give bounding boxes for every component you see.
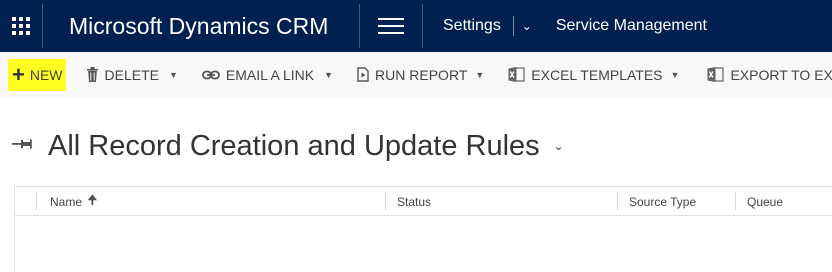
column-header-queue[interactable]: Queue [747,187,783,216]
column-header-label: Status [397,194,432,209]
column-separator [385,192,386,210]
hamburger-menu-button[interactable] [360,0,422,52]
column-header-label: Source Type [629,194,697,209]
report-icon [357,67,369,82]
pin-icon[interactable] [12,137,34,155]
sort-ascending-icon: 🠉 [87,191,98,207]
chevron-down-icon[interactable]: ⌄ [514,19,540,33]
caret-down-icon: ▼ [324,69,334,80]
column-header-status[interactable]: Status [397,187,431,216]
link-icon [202,70,220,80]
hamburger-icon [378,18,404,20]
nav-settings-link[interactable]: Settings [423,17,513,35]
grid-header: Name 🠉 Status Source Type Queue [15,187,832,216]
column-separator [735,192,736,210]
export-excel-button[interactable]: EXPORT TO EXCEL [701,52,832,97]
top-nav-bar: Microsoft Dynamics CRM Settings ⌄ Servic… [0,0,832,52]
column-header-name[interactable]: Name 🠉 [50,187,98,216]
plus-icon: + [12,61,25,87]
delete-dropdown-button[interactable]: ▼ [165,52,188,97]
excel-templates-button-label: EXCEL TEMPLATES [531,66,663,83]
excel-icon [508,66,525,83]
excel-export-icon [707,66,725,83]
app-launcher-button[interactable] [0,0,42,52]
records-grid: Name 🠉 Status Source Type Queue [14,186,832,272]
email-link-dropdown-button[interactable]: ▼ [320,52,343,97]
new-button[interactable]: + NEW [8,58,66,91]
email-link-button-label: EMAIL A LINK [225,66,315,83]
run-report-button[interactable]: RUN REPORT ▼ [351,52,490,97]
nav-area-link[interactable]: Service Management [540,17,707,35]
trash-icon [86,67,99,82]
delete-button[interactable]: DELETE [80,52,165,97]
run-report-button-label: RUN REPORT [375,66,468,83]
email-link-button[interactable]: EMAIL A LINK [196,52,320,97]
view-title-row: All Record Creation and Update Rules ⌄ [0,126,564,166]
caret-down-icon: ▼ [475,69,485,80]
waffle-icon [12,17,30,35]
view-selector-chevron-icon[interactable]: ⌄ [554,139,564,153]
view-title: All Record Creation and Update Rules [48,129,540,162]
column-header-label: Name [50,194,83,209]
caret-down-icon: ▼ [169,69,178,80]
column-header-source-type[interactable]: Source Type [629,187,696,216]
new-button-label: NEW [29,66,63,83]
delete-button-label: DELETE [104,66,159,83]
export-excel-button-label: EXPORT TO EXCEL [730,66,832,83]
column-separator [36,192,37,210]
grid-body [15,216,832,272]
column-separator [617,192,618,210]
brand-title: Microsoft Dynamics CRM [69,12,329,39]
caret-down-icon: ▼ [670,69,680,80]
excel-templates-button[interactable]: EXCEL TEMPLATES ▼ [502,52,685,97]
command-bar: + NEW DELETE ▼ EMAIL A LINK ▼ RUN REPORT… [0,52,832,97]
column-header-label: Queue [747,194,784,209]
